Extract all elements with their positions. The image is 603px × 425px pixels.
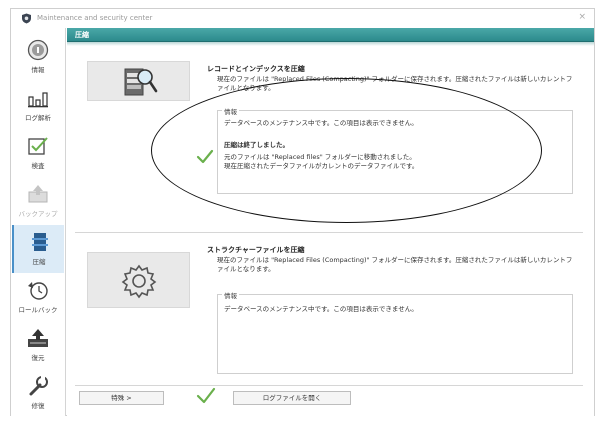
sidebar-item-label: 修復 — [31, 402, 45, 410]
sidebar-item-compress[interactable]: 圧縮 — [12, 225, 64, 273]
database-search-icon — [124, 68, 158, 96]
compress-done-title: 圧縮は終了しました。 — [224, 141, 289, 149]
window-title: Maintenance and security center — [37, 14, 153, 22]
close-button[interactable]: × — [578, 12, 586, 22]
open-log-file-button[interactable]: ログファイルを開く — [233, 391, 351, 405]
title-bar: Maintenance and security center × — [11, 9, 594, 28]
sidebar-item-label: 情報 — [31, 66, 45, 74]
sidebar-item-rollback[interactable]: ロールバック — [12, 273, 64, 321]
records-info-group: 情報 データベースのメンテナンス中です。この項目は表示できません。 圧縮は終了し… — [217, 106, 573, 194]
sidebar-item-label: 圧縮 — [32, 258, 46, 266]
maintenance-window: Maintenance and security center × 情報 ログ解… — [10, 8, 595, 416]
section-divider — [75, 232, 583, 233]
sidebar-item-log-analysis[interactable]: ログ解析 — [12, 81, 64, 129]
sidebar-item-label: ログ解析 — [25, 114, 51, 122]
repair-icon — [29, 376, 48, 396]
sidebar-item-label: 復元 — [31, 354, 45, 362]
checkmark-icon — [196, 387, 216, 404]
inspection-icon — [28, 137, 48, 155]
sidebar-item-label: バックアップ — [18, 210, 58, 218]
records-info-label: 情報 — [222, 106, 239, 116]
log-analysis-icon — [28, 92, 48, 108]
rollback-icon — [28, 282, 48, 300]
sidebar-item-backup[interactable]: バックアップ — [12, 177, 64, 225]
structure-info-group: 情報 データベースのメンテナンス中です。この項目は表示できません。 — [217, 290, 573, 374]
sidebar-item-restore[interactable]: 復元 — [12, 321, 64, 369]
panel-header: 圧縮 — [67, 28, 594, 42]
restore-icon — [28, 329, 48, 347]
info-icon — [27, 39, 49, 61]
compress-done-line2: 現在圧縮されたデータファイルがカレントのデータファイルです。 — [224, 162, 419, 170]
sidebar-item-repair[interactable]: 修復 — [12, 369, 64, 417]
structure-thumbnail — [87, 252, 190, 308]
compress-icon — [32, 233, 48, 251]
structure-section-title: ストラクチャーファイルを圧縮 — [207, 246, 305, 254]
compress-panel: 圧縮 レコードとインデックスを圧縮 現在のファイルは "Replaced Fil… — [67, 28, 594, 416]
records-info-message: データベースのメンテナンス中です。この項目は表示できません。 — [224, 119, 418, 127]
special-button[interactable]: 特殊 > — [79, 391, 164, 405]
sidebar-item-info[interactable]: 情報 — [12, 33, 64, 81]
records-thumbnail — [87, 61, 190, 101]
footer-divider — [75, 385, 583, 386]
checkmark-icon — [196, 149, 214, 164]
records-description: 現在のファイルは "Replaced Files (Compacting)" フ… — [217, 75, 573, 92]
sidebar-item-label: ロールバック — [18, 306, 58, 314]
structure-info-label: 情報 — [222, 290, 239, 300]
records-section-title: レコードとインデックスを圧縮 — [207, 65, 305, 73]
structure-description: 現在のファイルは "Replaced Files (Compacting)" フ… — [217, 256, 573, 273]
gear-icon — [121, 264, 157, 299]
sidebar-item-inspection[interactable]: 検査 — [12, 129, 64, 177]
compress-done-line1: 元のファイルは "Replaced files" フォルダーに移動されました。 — [224, 153, 416, 161]
structure-info-message: データベースのメンテナンス中です。この項目は表示できません。 — [224, 305, 418, 313]
sidebar-item-label: 検査 — [31, 162, 45, 170]
sidebar: 情報 ログ解析 検査 バックアップ 圧縮 ロールバック 復元 修復 — [11, 28, 66, 416]
panel-title: 圧縮 — [75, 31, 89, 39]
backup-icon — [28, 185, 48, 203]
app-shield-icon — [22, 13, 31, 24]
